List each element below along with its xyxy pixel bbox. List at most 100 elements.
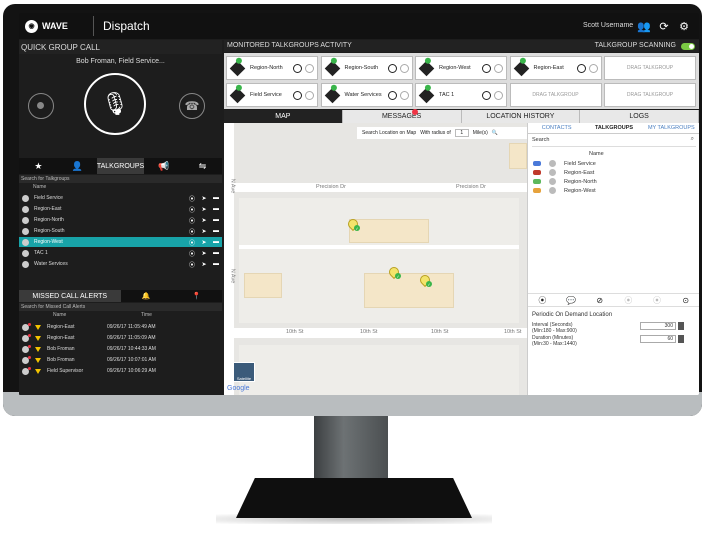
message-icon[interactable]: ▬ [210, 261, 222, 267]
monitored-talkgroup-card[interactable]: Region-North [226, 56, 318, 80]
tab-map[interactable]: MAP [224, 110, 343, 123]
talkgroup-row[interactable]: Region-East ⦿ ➤ ▬ [19, 204, 222, 214]
message-icon[interactable]: ▬ [210, 217, 222, 223]
interval-input[interactable]: 300 [640, 322, 676, 330]
ptt-icon[interactable]: ⦿ [643, 294, 672, 306]
talkgroup-row[interactable]: Field Service ⦿ ➤ ▬ [19, 193, 222, 203]
monitored-talkgroup-card[interactable]: TAC 1 [415, 83, 507, 107]
ptt-icon[interactable] [293, 63, 302, 73]
drag-talkgroup-slot[interactable]: DRAG TALKGROUP [604, 83, 696, 107]
end-call-button[interactable]: ☎ [179, 93, 205, 119]
map-view[interactable]: Precision Dr Precision Dr 10th St 10th S… [224, 123, 527, 395]
send-icon[interactable]: ➤ [198, 228, 210, 235]
time-column-header[interactable]: Time [141, 312, 152, 318]
tab-talkgroups[interactable]: TALKGROUPS [585, 123, 642, 133]
drag-talkgroup-slot[interactable]: DRAG TALKGROUP [509, 83, 602, 107]
tab-location-history[interactable]: LOCATION HISTORY [462, 110, 581, 123]
username[interactable]: Scott Username [583, 22, 633, 29]
duration-input[interactable]: 60 [640, 335, 676, 343]
patch-icon[interactable]: ⦿ [614, 294, 643, 306]
talkgroup-search-input[interactable]: Search for Talkgroups [19, 175, 222, 183]
name-column-header[interactable]: Name [589, 151, 604, 157]
contacts-tab[interactable]: 👤 [58, 158, 97, 174]
ptt-icon[interactable]: ⦿ [186, 260, 198, 269]
send-icon[interactable]: ➤ [198, 195, 210, 202]
talkgroup-row[interactable]: Region-West ⦿ ➤ ▬ [19, 237, 222, 247]
refresh-icon[interactable]: ⟳ [657, 19, 671, 33]
headset-icon[interactable] [399, 63, 409, 73]
monitored-talkgroup-card[interactable]: Region-West [415, 56, 507, 80]
missed-call-row[interactable]: Bob Froman 09/26/17 10:44:33 AM [19, 344, 222, 354]
map-search-label[interactable]: Search Location on Map [362, 130, 416, 136]
missed-call-row[interactable]: Field Supervisor 09/26/17 10:06:29 AM [19, 366, 222, 376]
headset-icon[interactable] [305, 90, 314, 100]
missed-call-row[interactable]: Bob Froman 09/26/17 10:07:01 AM [19, 355, 222, 365]
ptt-icon[interactable]: ⦿ [186, 238, 198, 247]
patch-tab[interactable]: ⇋ [183, 158, 222, 174]
headset-icon[interactable] [399, 90, 409, 100]
radius-input[interactable]: 1 [454, 129, 469, 137]
user-location-pin[interactable]: ✓ [345, 216, 361, 232]
message-icon[interactable]: 💬 [557, 294, 586, 306]
talkgroup-row[interactable]: Region-South ⦿ ➤ ▬ [19, 226, 222, 236]
missed-call-row[interactable]: Region-East 09/26/17 11:05:09 AM [19, 333, 222, 343]
interval-stepper[interactable] [678, 322, 684, 330]
ptt-icon[interactable]: ⦿ [528, 294, 557, 306]
search-icon[interactable]: ⌕ [691, 136, 694, 143]
headset-icon[interactable] [494, 63, 503, 73]
ptt-icon[interactable]: ⦿ [186, 227, 198, 236]
ptt-icon[interactable] [576, 63, 586, 73]
search-icon[interactable]: 🔍 [492, 130, 498, 136]
missed-call-search-input[interactable]: Search for Missed Call Alerts [19, 303, 222, 311]
talkgroup-row[interactable]: Region-North ⦿ ➤ ▬ [19, 215, 222, 225]
monitored-talkgroup-card[interactable]: Region-East [509, 56, 602, 80]
ptt-icon[interactable] [482, 90, 491, 100]
tab-messages[interactable]: MESSAGES [343, 110, 462, 123]
monitored-talkgroup-card[interactable]: Region-South [320, 56, 413, 80]
ptt-icon[interactable]: ⦿ [186, 205, 198, 214]
drag-talkgroup-slot[interactable]: DRAG TALKGROUP [604, 56, 696, 80]
right-panel-search-input[interactable]: Search ⌕ [532, 136, 696, 147]
message-icon[interactable]: ▬ [210, 228, 222, 234]
ptt-icon[interactable] [293, 90, 302, 100]
ptt-icon[interactable]: ⦿ [186, 216, 198, 225]
duration-stepper[interactable] [678, 335, 684, 343]
ptt-icon[interactable] [387, 90, 397, 100]
location-icon[interactable]: ⊙ [671, 294, 699, 306]
tab-contacts[interactable]: CONTACTS [528, 123, 585, 133]
ptt-icon[interactable]: ⦿ [186, 249, 198, 258]
missed-call-row[interactable]: Region-East 09/26/17 11:05:49 AM [19, 322, 222, 332]
headset-icon[interactable] [588, 63, 598, 73]
message-icon[interactable]: ▬ [210, 206, 222, 212]
send-icon[interactable]: ➤ [198, 250, 210, 257]
send-icon[interactable]: ➤ [198, 206, 210, 213]
message-icon[interactable]: ▬ [210, 195, 222, 201]
users-icon[interactable]: 👥 [637, 19, 651, 33]
tab-my-talkgroups[interactable]: MY TALKGROUPS [643, 123, 699, 133]
send-icon[interactable]: ➤ [198, 239, 210, 246]
satellite-toggle[interactable]: Satellite [233, 362, 255, 382]
talkgroup-row[interactable]: Water Services ⦿ ➤ ▬ [19, 259, 222, 269]
monitored-talkgroup-card[interactable]: Field Service [226, 83, 318, 107]
broadcast-tab[interactable]: 📢 [144, 158, 183, 174]
ptt-icon[interactable] [482, 63, 491, 73]
alert-bell-tab[interactable]: 🔔 [121, 290, 172, 302]
scanning-toggle[interactable] [681, 43, 695, 50]
favorites-tab[interactable]: ★ [19, 158, 58, 174]
record-button[interactable] [28, 93, 54, 119]
tab-talkgroups[interactable]: TALKGROUPS [96, 158, 145, 174]
talkgroup-list-item[interactable]: Region-East [532, 168, 696, 177]
gear-icon[interactable]: ⚙ [677, 19, 691, 33]
talkgroup-row[interactable]: TAC 1 ⦿ ➤ ▬ [19, 248, 222, 258]
location-tab[interactable]: 📍 [171, 290, 222, 302]
talkgroup-list-item[interactable]: Region-West [532, 186, 696, 195]
alert-icon[interactable]: ⊘ [585, 294, 614, 306]
ptt-icon[interactable] [387, 63, 397, 73]
talkgroup-list-item[interactable]: Field Service [532, 159, 696, 168]
send-icon[interactable]: ➤ [198, 217, 210, 224]
ptt-icon[interactable]: ⦿ [186, 194, 198, 203]
send-icon[interactable]: ➤ [198, 261, 210, 268]
message-icon[interactable]: ▬ [210, 250, 222, 256]
message-icon[interactable]: ▬ [210, 239, 222, 245]
tab-missed-call-alerts[interactable]: MISSED CALL ALERTS [19, 290, 121, 302]
